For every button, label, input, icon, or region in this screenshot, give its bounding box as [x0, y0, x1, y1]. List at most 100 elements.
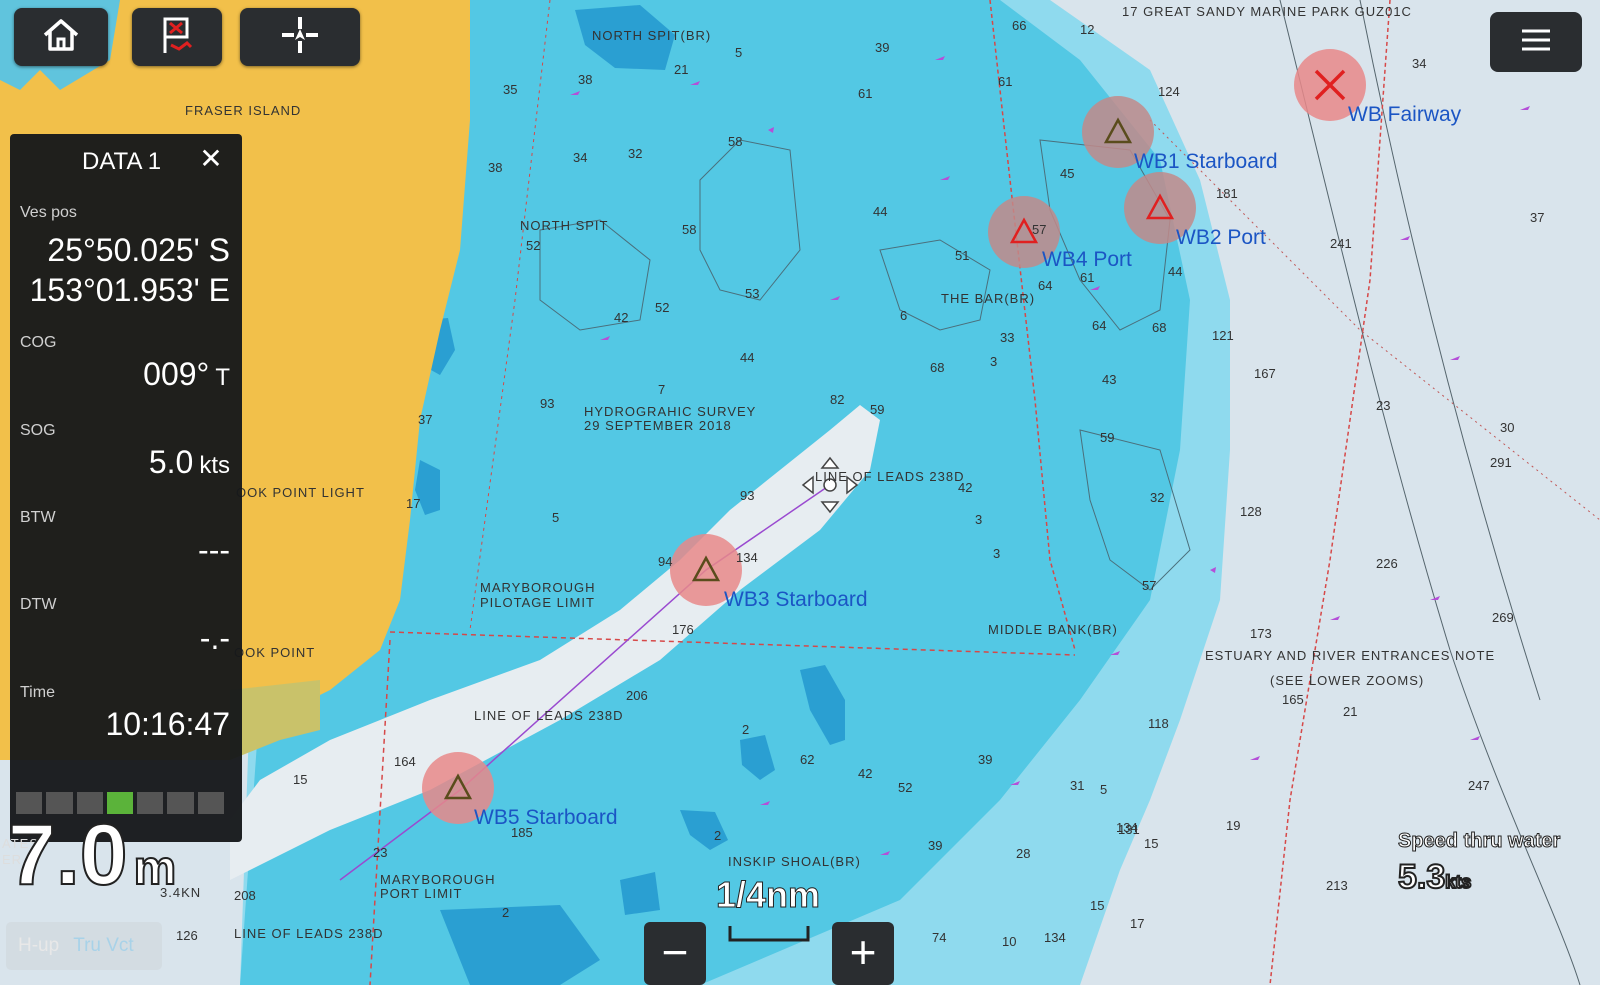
- depth-sounding: 61: [1080, 270, 1095, 285]
- depth-sounding: 44: [740, 350, 755, 365]
- depth-sounding: 51: [955, 248, 970, 263]
- depth-sounding: 93: [540, 396, 555, 411]
- longitude-value: 153°01.953' E: [29, 272, 230, 308]
- depth-sounding: 213: [1326, 878, 1348, 893]
- waypoint-wb3-starboard[interactable]: WB3 Starboard: [724, 588, 868, 612]
- true-vector-label: Tru Vct: [73, 935, 134, 956]
- depth-sounding: 52: [898, 780, 913, 795]
- depth-sounding: 66: [1012, 18, 1027, 33]
- depth-sounding: 61: [998, 74, 1013, 89]
- depth-sounding: 6: [900, 308, 908, 323]
- depth-sounding: 93: [740, 488, 755, 503]
- depth-sounding: 32: [628, 146, 643, 161]
- depth-sounding: 58: [728, 134, 743, 149]
- depth-sounding: 43: [1102, 372, 1117, 387]
- depth-sounding: 62: [800, 752, 815, 767]
- depth-sounding: 31: [1070, 778, 1085, 793]
- depth-sounding: 7: [658, 382, 666, 397]
- zoom-out-button[interactable]: −: [644, 922, 706, 985]
- time-label: Time: [20, 684, 55, 701]
- close-panel-button[interactable]: ✕: [196, 144, 226, 174]
- cog-value: 009° T: [143, 356, 230, 392]
- port-limit-label: MARYBOROUGH: [380, 872, 496, 887]
- depth-sounding: 176: [672, 622, 694, 637]
- depth-sounding: 15: [1090, 898, 1105, 913]
- close-icon: ✕: [199, 143, 223, 174]
- depth-sounding: 5: [1100, 782, 1108, 797]
- waypoint-wb4-port[interactable]: WB4 Port: [1042, 248, 1132, 272]
- estuary-note-label: (SEE LOWER ZOOMS): [1270, 673, 1425, 688]
- depth-sounding: 15: [1144, 836, 1159, 851]
- zoom-in-button[interactable]: +: [832, 922, 894, 985]
- home-button[interactable]: [14, 8, 108, 66]
- menu-button[interactable]: [1490, 12, 1582, 72]
- depth-sounding: 30: [1500, 420, 1515, 435]
- depth-sounding: 23: [373, 845, 388, 860]
- depth-sounding: 10: [1002, 934, 1017, 949]
- depth-sounding: 58: [682, 222, 697, 237]
- depth-sounding: 165: [1282, 692, 1304, 707]
- depth-sounding: 128: [1240, 504, 1262, 519]
- depth-sounding: 74: [932, 930, 947, 945]
- depth-sounding: 15: [293, 772, 308, 787]
- north-spit-label: NORTH SPIT: [520, 218, 609, 233]
- home-icon: [41, 15, 81, 60]
- depth-sounding: 45: [1060, 166, 1075, 181]
- depth-sounding: 2: [742, 722, 750, 737]
- sog-label: SOG: [20, 422, 56, 439]
- dtw-value: -.-: [199, 620, 230, 656]
- depth-sounding: 134: [1044, 930, 1066, 945]
- btw-label: BTW: [20, 509, 56, 526]
- depth-sounding: 2: [502, 905, 510, 920]
- scale-bar: [728, 926, 810, 942]
- depth-sounding: 17: [1130, 916, 1145, 931]
- dtw-label: DTW: [20, 596, 57, 613]
- depth-sounding: 3: [975, 512, 983, 527]
- north-spit-br-label: NORTH SPIT(BR): [592, 28, 712, 43]
- depth-sounding: 52: [526, 238, 541, 253]
- minus-icon: −: [661, 926, 689, 978]
- orientation-mode-button[interactable]: H-up Tru Vct: [6, 922, 162, 970]
- depth-sounding: 38: [488, 160, 503, 175]
- line-of-leads-label: LINE OF LEADS 238D: [474, 708, 624, 723]
- btw-value: ---: [198, 532, 230, 568]
- estuary-note-label: ESTUARY AND RIVER ENTRANCES NOTE: [1205, 648, 1496, 663]
- line-of-leads-label: LINE OF LEADS 238D: [815, 469, 965, 484]
- depth-sounding: 38: [578, 72, 593, 87]
- man-overboard-icon: [157, 13, 197, 62]
- depth-sounding: 226: [1376, 556, 1398, 571]
- find-ship-button[interactable]: [240, 8, 360, 66]
- hamburger-menu-icon: [1519, 26, 1553, 59]
- ves-pos-label: Ves pos: [20, 204, 77, 221]
- depth-sounding: 124: [1158, 84, 1180, 99]
- inskip-shoal-label: INSKIP SHOAL(BR): [728, 854, 861, 869]
- speed-thru-water-label: Speed thru water: [1397, 830, 1561, 853]
- depth-sounding: 39: [928, 838, 943, 853]
- depth-sounding: 57: [1142, 578, 1157, 593]
- hook-point-label: OOK POINT: [234, 645, 316, 660]
- depth-sounding: 52: [655, 300, 670, 315]
- line-of-leads-label: LINE OF LEADS 238D: [234, 926, 384, 941]
- depth-sounding: 39: [875, 40, 890, 55]
- depth-sounding: 53: [745, 286, 760, 301]
- depth-sounding: 3: [990, 354, 998, 369]
- hydro-date-label: 29 SEPTEMBER 2018: [584, 418, 732, 433]
- sog-value: 5.0 kts: [148, 444, 230, 480]
- waypoint-wb1-starboard[interactable]: WB1 Starboard: [1134, 150, 1278, 174]
- data-panel: DATA 1 ✕ Ves pos 25°50.025' S 153°01.953…: [10, 134, 242, 842]
- depth-sounding: 5: [735, 45, 743, 60]
- depth-sounding: 206: [626, 688, 648, 703]
- depth-sounding: 131: [1118, 822, 1140, 837]
- man-overboard-button[interactable]: [132, 8, 222, 66]
- depth-sounding: 42: [858, 766, 873, 781]
- data-panel-title: DATA 1: [82, 148, 162, 175]
- depth-sounding: 37: [418, 412, 433, 427]
- waypoint-wb5-starboard[interactable]: WB5 Starboard: [474, 806, 618, 830]
- waypoint-wb-fairway[interactable]: WB Fairway: [1348, 103, 1461, 127]
- depth-sounding: 82: [830, 392, 845, 407]
- depth-sounding: 269: [1492, 610, 1514, 625]
- scale-label: 1/4nm: [715, 874, 821, 916]
- depth-sounding: 64: [1092, 318, 1107, 333]
- waypoint-wb2-port[interactable]: WB2 Port: [1176, 226, 1266, 250]
- depth-sounding: 57: [1032, 222, 1047, 237]
